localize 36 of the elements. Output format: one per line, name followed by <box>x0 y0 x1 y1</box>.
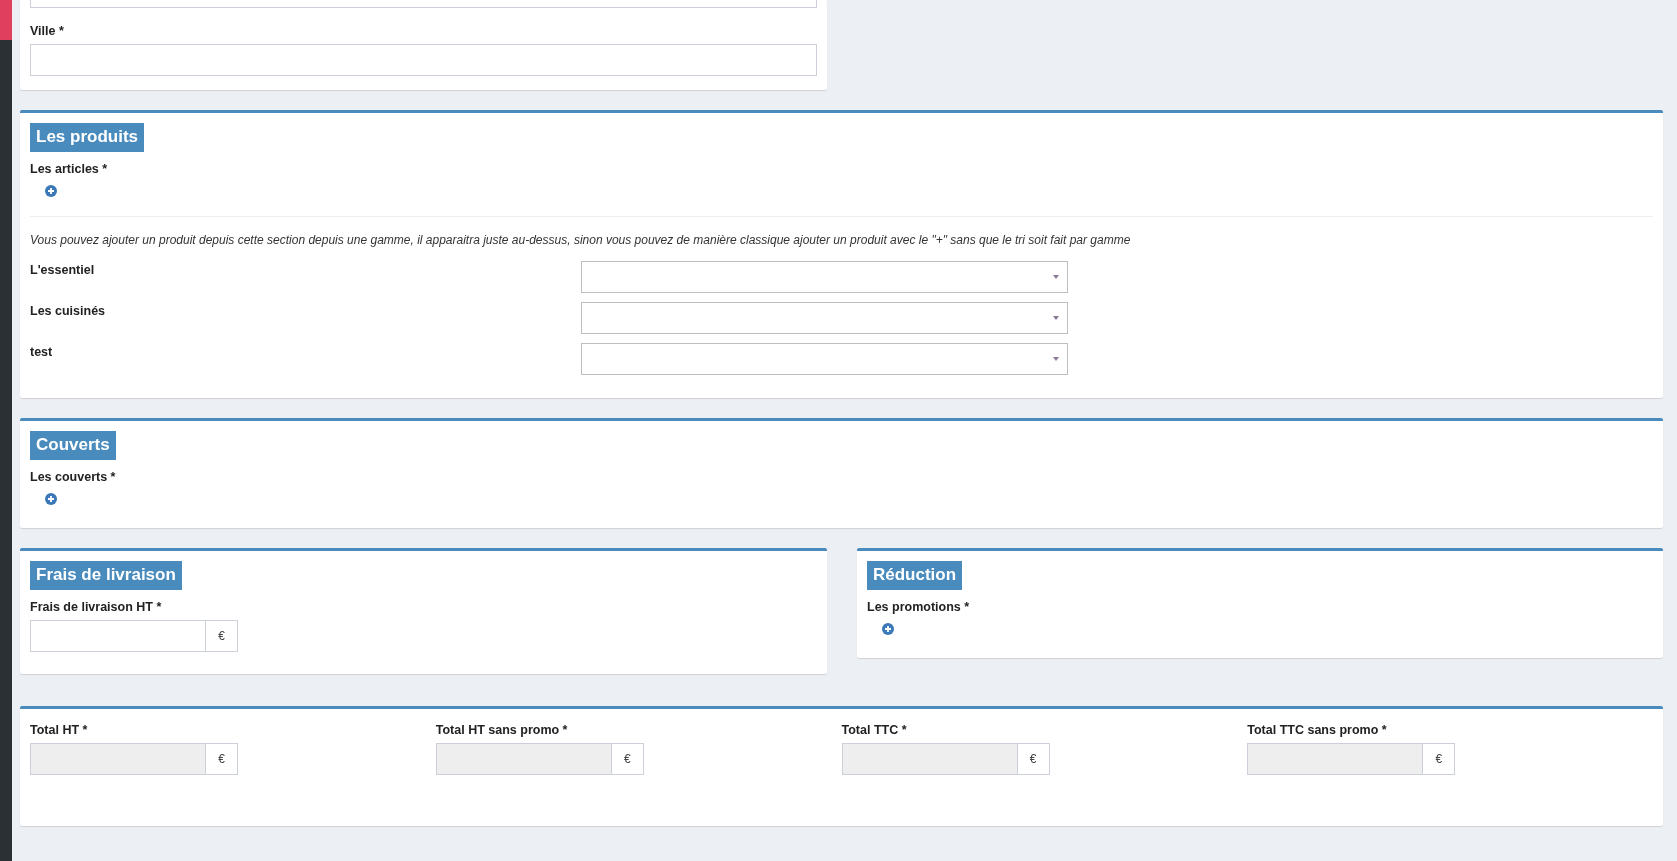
field-label: Les couverts * <box>30 470 117 484</box>
currency-addon: € <box>1017 743 1050 775</box>
select-field[interactable] <box>581 302 1068 334</box>
field-label: Les articles * <box>30 162 109 176</box>
section-title: Réduction <box>867 561 963 590</box>
section-title: Couverts <box>30 431 116 460</box>
section-title: Les produits <box>30 123 144 152</box>
field-label: Total HT * <box>30 723 89 737</box>
input-field[interactable] <box>30 0 817 8</box>
range-label: L'essentiel <box>30 262 96 279</box>
field-label: Total TTC * <box>841 723 908 737</box>
plus-circle-icon <box>45 493 57 505</box>
currency-addon: € <box>206 620 238 652</box>
dropdown-caret-icon <box>1053 316 1059 320</box>
dropdown-caret-icon <box>1053 275 1059 279</box>
sidebar-accent <box>0 0 12 40</box>
currency-addon: € <box>1423 743 1456 775</box>
range-label: test <box>30 344 54 361</box>
input-field[interactable] <box>30 44 817 76</box>
amount-input-group[interactable]: € <box>30 620 238 652</box>
select-field[interactable] <box>581 261 1068 293</box>
currency-addon: € <box>611 743 644 775</box>
dropdown-caret-icon <box>1053 357 1059 361</box>
select-field[interactable] <box>581 343 1068 375</box>
help-text: Vous pouvez ajouter un produit depuis cette section depuis une gamme, il apparaitra juste au-dessus, sinon vous pouvez de manière classique ajouter un produit avec le "+" sans que le tri soit fait par gamme <box>30 233 1132 247</box>
section-title: Frais de livraison <box>30 561 182 590</box>
range-label: Les cuisinés <box>30 303 107 320</box>
field-label: Total HT sans promo * <box>435 723 569 737</box>
field-label: Frais de livraison HT * <box>30 600 163 614</box>
plus-circle-icon <box>45 185 57 197</box>
plus-circle-icon <box>882 623 894 635</box>
field-label: Les promotions * <box>867 600 971 614</box>
amount-field[interactable] <box>30 620 206 652</box>
field-label: Total TTC sans promo * <box>1247 723 1388 737</box>
currency-addon: € <box>206 743 238 775</box>
field-label: Ville * <box>30 24 65 38</box>
